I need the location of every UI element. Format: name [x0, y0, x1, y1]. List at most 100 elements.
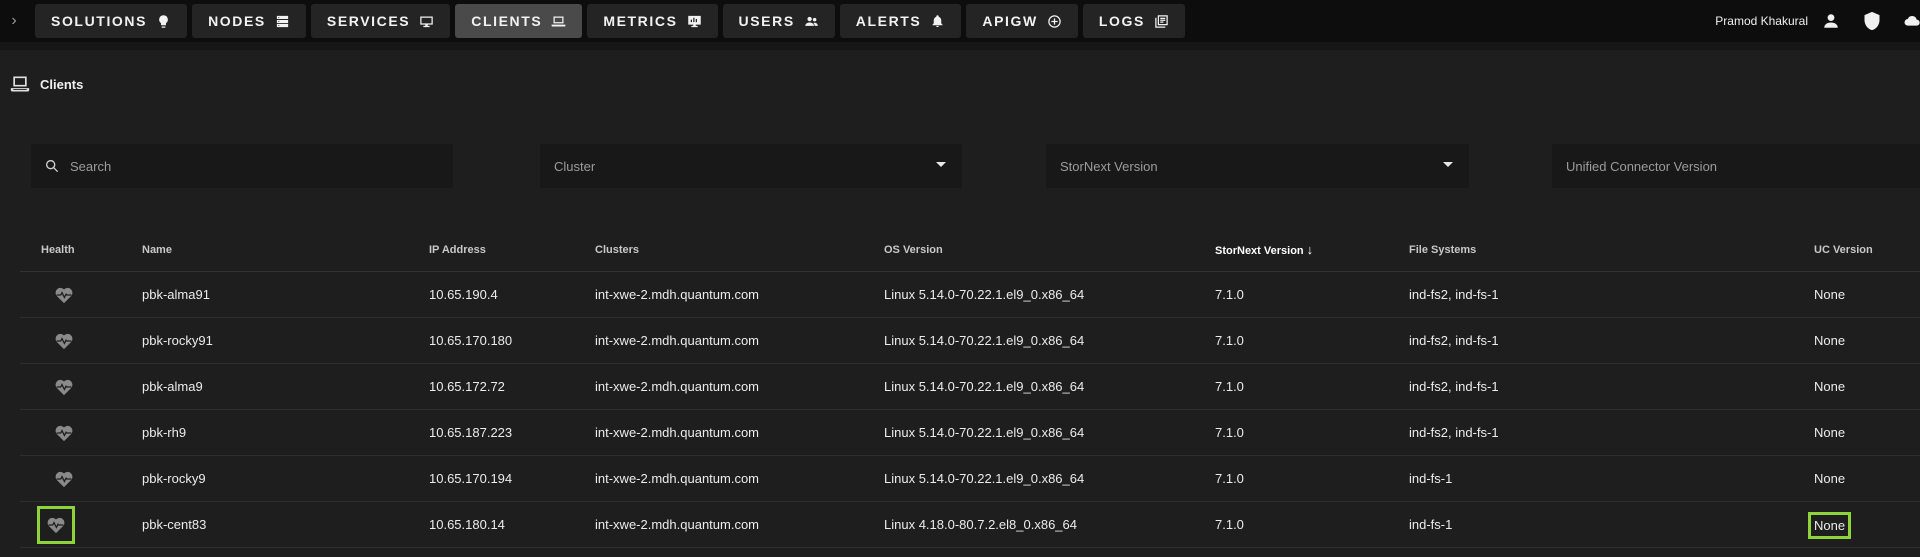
os-cell: Linux 5.14.0-70.22.1.el9_0.x86_64	[884, 379, 1085, 394]
table-row[interactable]: pbk-rh9 10.65.187.223 int-xwe-2.mdh.quantu…	[20, 410, 1920, 456]
os-cell: Linux 5.14.0-70.22.1.el9_0.x86_64	[884, 287, 1085, 302]
os-cell: Linux 5.14.0-70.22.1.el9_0.x86_64	[884, 333, 1085, 348]
stornext-cell: 7.1.0	[1215, 379, 1244, 394]
stornext-cell: 7.1.0	[1215, 333, 1244, 348]
tab-alerts[interactable]: ALERTS	[839, 4, 962, 38]
clusters-cell: int-xwe-2.mdh.quantum.com	[595, 425, 760, 440]
tab-label: LOGS	[1098, 13, 1145, 29]
clusters-cell: int-xwe-2.mdh.quantum.com	[595, 379, 760, 394]
stornext-cell: 7.1.0	[1215, 287, 1244, 302]
tab-nodes[interactable]: NODES	[192, 4, 306, 38]
header-uc[interactable]: UC Version	[1814, 228, 1873, 272]
name-cell: pbk-rocky91	[142, 333, 213, 348]
health-cell[interactable]	[41, 364, 87, 410]
tab-metrics[interactable]: METRICS	[587, 4, 718, 38]
search-input[interactable]: Search	[31, 144, 453, 188]
page-title: Clients	[10, 74, 83, 94]
search-icon	[46, 160, 59, 173]
header-os[interactable]: OS Version	[884, 228, 943, 272]
header-stornext-label: StorNext Version	[1215, 245, 1304, 257]
tab-label: ALERTS	[855, 13, 922, 29]
clusters-cell: int-xwe-2.mdh.quantum.com	[595, 333, 760, 348]
tab-users[interactable]: USERS	[722, 4, 835, 38]
shield-icon	[1864, 11, 1880, 31]
search-placeholder: Search	[70, 158, 112, 174]
os-cell: Linux 4.18.0-80.7.2.el8_0.x86_64	[884, 517, 1077, 532]
health-cell[interactable]	[41, 272, 87, 318]
laptop-icon	[551, 16, 566, 26]
tab-label: SOLUTIONS	[51, 13, 148, 29]
lightbulb-icon	[159, 14, 168, 28]
monitor-icon	[420, 16, 433, 27]
server-icon	[276, 15, 288, 27]
filter-bar: Search Cluster StorNext Version Unified …	[31, 144, 1920, 188]
os-cell: Linux 5.14.0-70.22.1.el9_0.x86_64	[884, 471, 1085, 486]
table-row[interactable]: pbk-rocky9 10.65.170.194 int-xwe-2.mdh.qua…	[20, 456, 1920, 502]
stornext-version-select[interactable]: StorNext Version	[1046, 144, 1469, 188]
name-cell: pbk-cent83	[142, 517, 207, 532]
main-tabs: SOLUTIONS NODES SERVICES CLIENTS METRICS…	[35, 4, 1190, 38]
header-ip[interactable]: IP Address	[429, 228, 486, 272]
health-cell[interactable]	[41, 410, 87, 456]
top-navigation-bar: › SOLUTIONS NODES SERVICES CLIENTS METRI…	[0, 0, 1920, 42]
name-cell: pbk-alma9	[142, 379, 203, 394]
table-header: Health Name IP Address Clusters OS Versi…	[20, 228, 1920, 272]
header-name[interactable]: Name	[142, 228, 172, 272]
name-cell: pbk-alma91	[142, 287, 210, 302]
name-cell: pbk-rh9	[142, 425, 187, 440]
account-button[interactable]	[1822, 12, 1840, 30]
clients-page: Clients Search Cluster StorNext Version …	[7, 50, 1920, 557]
tab-label: CLIENTS	[471, 13, 543, 29]
stornext-cell: 7.1.0	[1215, 471, 1244, 486]
table-row[interactable]: pbk-cent83 10.65.180.14 int-xwe-2.mdh.quan…	[20, 502, 1920, 548]
tab-clients[interactable]: CLIENTS	[455, 4, 583, 38]
clusters-cell: int-xwe-2.mdh.quantum.com	[595, 471, 760, 486]
uc-version-select[interactable]: Unified Connector Version	[1552, 144, 1920, 188]
tab-label: USERS	[738, 13, 795, 29]
ip-cell: 10.65.190.4	[429, 287, 498, 302]
tab-solutions[interactable]: SOLUTIONS	[35, 4, 188, 38]
bell-icon	[932, 14, 943, 27]
ip-cell: 10.65.170.194	[429, 471, 513, 486]
user-name: Pramod Khakural	[1715, 14, 1808, 28]
security-button[interactable]	[1862, 10, 1882, 32]
os-cell: Linux 5.14.0-70.22.1.el9_0.x86_64	[884, 425, 1085, 440]
clusters-cell: int-xwe-2.mdh.quantum.com	[595, 517, 760, 532]
logs-icon	[1155, 14, 1168, 28]
filesystems-cell: ind-fs-1	[1409, 517, 1453, 532]
header-clusters[interactable]: Clusters	[595, 228, 639, 272]
uc-cell: None	[1814, 287, 1846, 302]
health-cell[interactable]	[41, 318, 87, 364]
header-filesystems[interactable]: File Systems	[1409, 228, 1476, 272]
table-row[interactable]: pbk-alma9 10.65.172.72 int-xwe-2.mdh.quant…	[20, 364, 1920, 410]
health-cell[interactable]	[41, 456, 87, 502]
stornext-placeholder: StorNext Version	[1060, 158, 1158, 174]
tab-label: SERVICES	[326, 13, 411, 29]
tab-apigw[interactable]: APIGW	[966, 4, 1078, 38]
cluster-placeholder: Cluster	[554, 158, 596, 174]
filesystems-cell: ind-fs-1	[1409, 471, 1453, 486]
filesystems-cell: ind-fs2, ind-fs-1	[1409, 333, 1499, 348]
uc-cell: None	[1814, 379, 1846, 394]
tab-services[interactable]: SERVICES	[310, 4, 451, 38]
heart-pulse-icon	[55, 287, 73, 304]
heart-pulse-icon	[55, 379, 73, 396]
tab-logs[interactable]: LOGS	[1082, 4, 1185, 38]
ip-cell: 10.65.187.223	[429, 425, 513, 440]
cloud-button[interactable]	[1904, 12, 1920, 30]
uc-placeholder: Unified Connector Version	[1566, 158, 1718, 174]
name-cell: pbk-rocky9	[142, 471, 206, 486]
table-row[interactable]: pbk-alma91 10.65.190.4 int-xwe-2.mdh.quant…	[20, 272, 1920, 318]
chart-icon	[687, 15, 701, 27]
cluster-select[interactable]: Cluster	[540, 144, 962, 188]
page-title-text: Clients	[40, 76, 84, 92]
stornext-cell: 7.1.0	[1215, 517, 1244, 532]
caret-down-icon	[1443, 162, 1453, 167]
caret-down-icon	[936, 162, 946, 167]
tab-label: NODES	[208, 13, 266, 29]
health-cell[interactable]	[37, 506, 75, 544]
header-health[interactable]: Health	[41, 228, 75, 272]
header-stornext[interactable]: StorNext Version ↓	[1215, 228, 1313, 272]
chevron-right-icon[interactable]: ›	[6, 10, 22, 32]
table-row[interactable]: pbk-rocky91 10.65.170.180 int-xwe-2.mdh.qu…	[20, 318, 1920, 364]
